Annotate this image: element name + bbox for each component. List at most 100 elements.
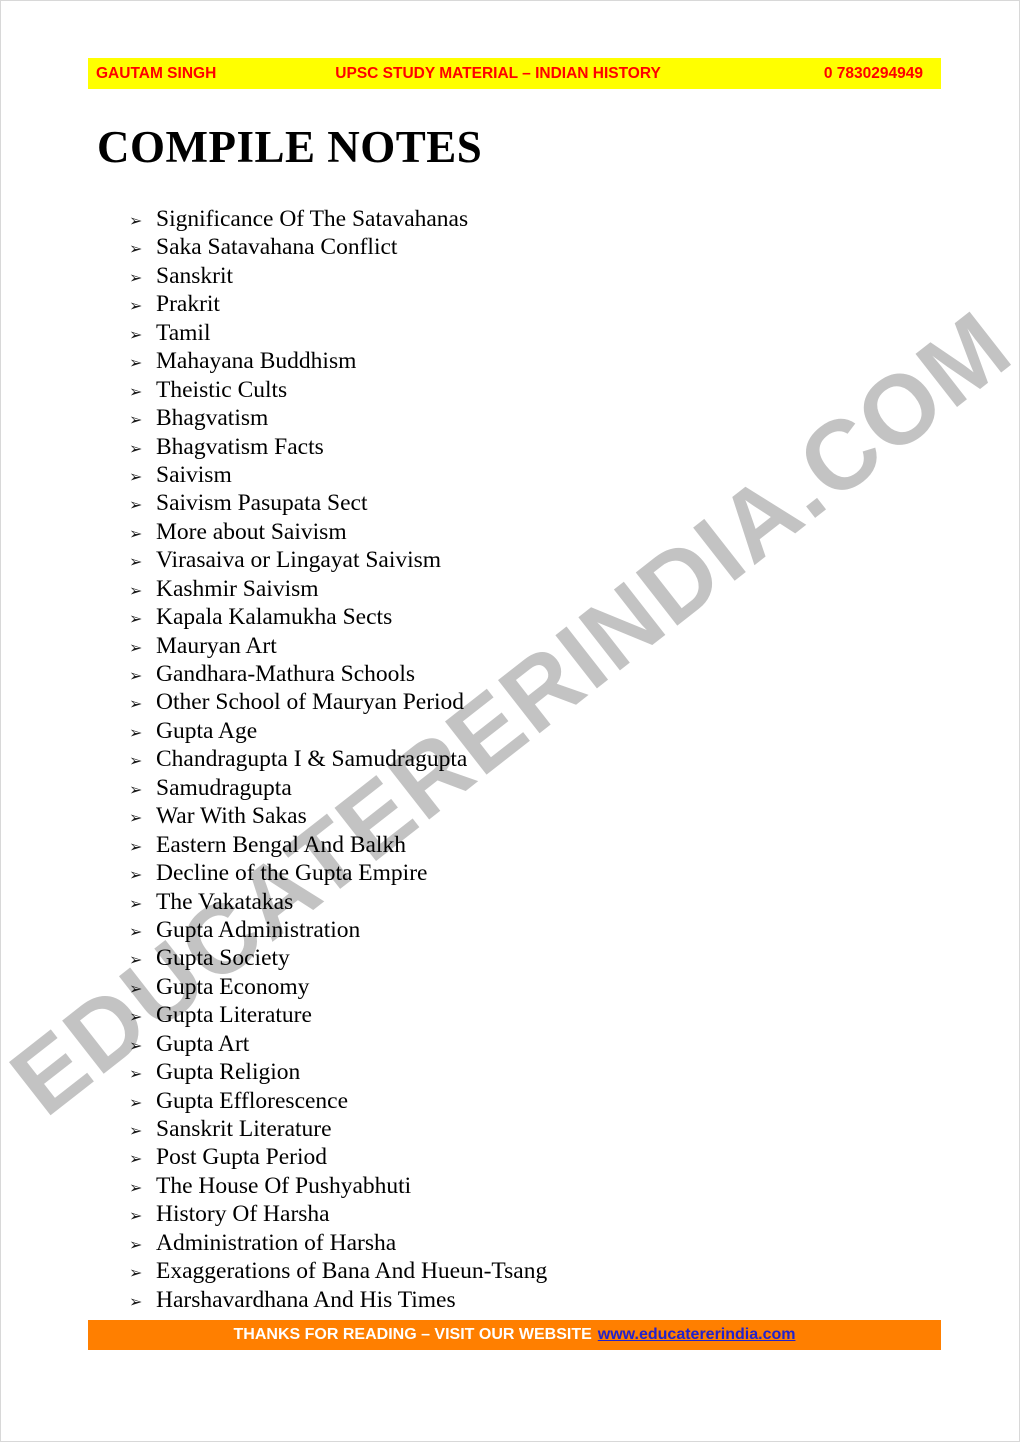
list-item: ➢ War With Sakas bbox=[129, 802, 929, 830]
footer-website-link[interactable]: www.educatererindia.com bbox=[598, 1327, 796, 1343]
arrow-bullet-icon: ➢ bbox=[129, 296, 143, 316]
list-item-label: Kapala Kalamukha Sects bbox=[156, 604, 393, 631]
list-item: ➢ Significance Of The Satavahanas bbox=[129, 205, 929, 233]
list-item-label: Post Gupta Period bbox=[156, 1144, 328, 1171]
list-item-label: Saivism Pasupata Sect bbox=[156, 490, 368, 517]
list-item: ➢ Tamil bbox=[129, 319, 929, 347]
list-item-label: Mahayana Buddhism bbox=[156, 348, 357, 375]
list-item-label: More about Saivism bbox=[156, 518, 347, 545]
list-item-label: Saivism bbox=[156, 461, 232, 488]
list-item: ➢ History Of Harsha bbox=[129, 1200, 929, 1228]
list-item: ➢ Decline of the Gupta Empire bbox=[129, 859, 929, 887]
arrow-bullet-icon: ➢ bbox=[129, 1234, 143, 1254]
arrow-bullet-icon: ➢ bbox=[129, 353, 143, 373]
list-item: ➢ Prakrit bbox=[129, 290, 929, 318]
page-header-bar: GAUTAM SINGH UPSC STUDY MATERIAL – INDIA… bbox=[88, 58, 941, 89]
arrow-bullet-icon: ➢ bbox=[129, 836, 143, 856]
arrow-bullet-icon: ➢ bbox=[129, 211, 143, 230]
list-item: ➢ Gupta Art bbox=[129, 1030, 929, 1058]
arrow-bullet-icon: ➢ bbox=[129, 808, 143, 828]
arrow-bullet-icon: ➢ bbox=[129, 779, 143, 799]
list-item: ➢ Gupta Literature bbox=[129, 1001, 929, 1029]
list-item: ➢ Samudragupta bbox=[129, 774, 929, 802]
list-item: ➢ More about Saivism bbox=[129, 518, 929, 546]
list-item-label: Prakrit bbox=[156, 291, 220, 318]
list-item-label: Decline of the Gupta Empire bbox=[156, 860, 428, 887]
list-item-label: Gupta Society bbox=[156, 945, 290, 972]
list-item-label: Kashmir Saivism bbox=[156, 575, 319, 602]
arrow-bullet-icon: ➢ bbox=[129, 1092, 143, 1112]
list-item-label: Other School of Mauryan Period bbox=[156, 689, 465, 716]
list-item: ➢ Gandhara-Mathura Schools bbox=[129, 660, 929, 688]
list-item: ➢ Harshavardhana And His Times bbox=[129, 1286, 929, 1314]
footer-message: THANKS FOR READING – VISIT OUR WEBSITE bbox=[233, 1326, 592, 1343]
arrow-bullet-icon: ➢ bbox=[129, 950, 143, 970]
list-item-label: Gupta Literature bbox=[156, 1002, 312, 1029]
list-item-label: Gupta Religion bbox=[156, 1059, 301, 1086]
list-item: ➢ Theistic Cults bbox=[129, 376, 929, 404]
list-item-label: Administration of Harsha bbox=[156, 1229, 397, 1256]
list-item: ➢ Other School of Mauryan Period bbox=[129, 688, 929, 716]
arrow-bullet-icon: ➢ bbox=[129, 694, 143, 714]
list-item-label: Gupta Economy bbox=[156, 973, 310, 1000]
arrow-bullet-icon: ➢ bbox=[129, 893, 143, 913]
list-item: ➢ Bhagvatism bbox=[129, 404, 929, 432]
list-item: ➢ Chandragupta I & Samudragupta bbox=[129, 745, 929, 773]
arrow-bullet-icon: ➢ bbox=[129, 381, 143, 401]
arrow-bullet-icon: ➢ bbox=[129, 1121, 143, 1140]
list-item-label: War With Sakas bbox=[156, 803, 307, 830]
arrow-bullet-icon: ➢ bbox=[129, 637, 143, 657]
list-item-label: Gupta Administration bbox=[156, 916, 361, 943]
arrow-bullet-icon: ➢ bbox=[129, 466, 143, 486]
arrow-bullet-icon: ➢ bbox=[129, 1007, 143, 1027]
arrow-bullet-icon: ➢ bbox=[129, 267, 143, 287]
list-item: ➢ Gupta Administration bbox=[129, 916, 929, 944]
list-item-label: Significance Of The Satavahanas bbox=[156, 206, 469, 232]
list-item: ➢ Post Gupta Period bbox=[129, 1143, 929, 1171]
list-item-label: The Vakatakas bbox=[156, 888, 294, 915]
header-author-name: GAUTAM SINGH bbox=[96, 64, 217, 82]
list-item-label: Chandragupta I & Samudragupta bbox=[156, 746, 468, 773]
list-item-label: Theistic Cults bbox=[156, 376, 288, 403]
arrow-bullet-icon: ➢ bbox=[129, 921, 143, 941]
arrow-bullet-icon: ➢ bbox=[129, 865, 143, 885]
list-item: ➢ Kapala Kalamukha Sects bbox=[129, 603, 929, 631]
list-item: ➢ Gupta Society bbox=[129, 944, 929, 972]
page-title: COMPILE NOTES bbox=[97, 122, 483, 172]
list-item-label: Gupta Art bbox=[156, 1030, 250, 1057]
arrow-bullet-icon: ➢ bbox=[129, 751, 143, 771]
list-item: ➢ Kashmir Saivism bbox=[129, 575, 929, 603]
list-item: ➢ Mauryan Art bbox=[129, 632, 929, 660]
topics-list: ➢ Significance Of The Satavahanas ➢ Saka Sa… bbox=[129, 205, 929, 1314]
list-item: ➢ Saivism bbox=[129, 461, 929, 489]
list-item-label: Sanskrit Literature bbox=[156, 1116, 332, 1142]
document-page: EDUCATERERINDIA.COM GAUTAM SINGH UPSC ST… bbox=[0, 0, 1020, 1442]
list-item: ➢ Eastern Bengal And Balkh bbox=[129, 831, 929, 859]
list-item: ➢ Gupta Age bbox=[129, 717, 929, 745]
arrow-bullet-icon: ➢ bbox=[129, 324, 143, 344]
list-item: ➢ Mahayana Buddhism bbox=[129, 347, 929, 375]
arrow-bullet-icon: ➢ bbox=[129, 1035, 143, 1055]
list-item-label: Eastern Bengal And Balkh bbox=[156, 831, 406, 858]
list-item-label: Harshavardhana And His Times bbox=[156, 1286, 456, 1313]
list-item: ➢ Gupta Religion bbox=[129, 1058, 929, 1086]
list-item-label: Sanskrit bbox=[156, 262, 234, 289]
arrow-bullet-icon: ➢ bbox=[129, 722, 143, 742]
arrow-bullet-icon: ➢ bbox=[129, 523, 143, 543]
arrow-bullet-icon: ➢ bbox=[129, 1149, 143, 1169]
arrow-bullet-icon: ➢ bbox=[129, 1291, 143, 1311]
list-item-label: Bhagvatism Facts bbox=[156, 433, 324, 460]
arrow-bullet-icon: ➢ bbox=[129, 580, 143, 600]
arrow-bullet-icon: ➢ bbox=[129, 239, 143, 259]
list-item: ➢ The Vakatakas bbox=[129, 888, 929, 916]
list-item-label: Virasaiva or Lingayat Saivism bbox=[156, 547, 442, 574]
arrow-bullet-icon: ➢ bbox=[129, 410, 143, 430]
arrow-bullet-icon: ➢ bbox=[129, 552, 143, 572]
arrow-bullet-icon: ➢ bbox=[129, 666, 143, 685]
arrow-bullet-icon: ➢ bbox=[129, 1263, 143, 1283]
list-item: ➢ Saka Satavahana Conflict bbox=[129, 233, 929, 261]
list-item-label: Gandhara-Mathura Schools bbox=[156, 661, 416, 687]
arrow-bullet-icon: ➢ bbox=[129, 978, 143, 998]
list-item-label: Tamil bbox=[156, 319, 211, 346]
list-item: ➢ Virasaiva or Lingayat Saivism bbox=[129, 546, 929, 574]
